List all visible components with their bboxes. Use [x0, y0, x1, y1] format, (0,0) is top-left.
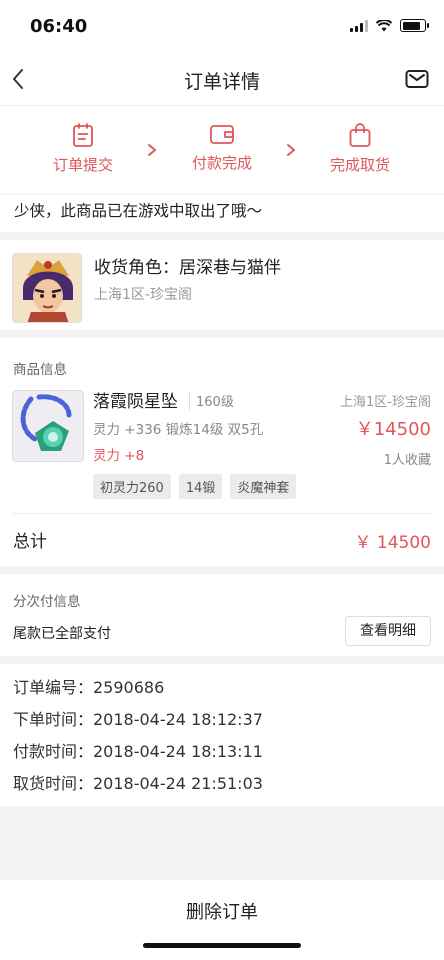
- goods-level: 160级: [189, 391, 234, 410]
- goods-image[interactable]: [12, 390, 84, 462]
- goods-server: 上海1区-珍宝阁: [340, 395, 431, 410]
- total-label: 总计: [13, 532, 47, 552]
- home-indicator: [143, 943, 301, 948]
- bottom-bar: 删除订单: [0, 880, 444, 960]
- order-progress: 订单提交 付款完成 完成取货: [0, 106, 444, 194]
- status-bar: 06:40: [0, 0, 444, 52]
- view-details-button[interactable]: 查看明细: [345, 616, 431, 646]
- goods-tag: 初灵力260: [93, 474, 171, 499]
- section-title: 商品信息: [13, 362, 67, 378]
- role-card: 收货角色：居深巷与猫伴 上海1区-珍宝阁: [0, 240, 444, 330]
- installment-card: 分次付信息 尾款已全部支付 查看明细: [0, 574, 444, 656]
- goods-tags: 初灵力260 14锻 炎魔神套: [93, 474, 297, 499]
- avatar-image: [13, 254, 81, 322]
- chevron-right-icon: [287, 144, 296, 156]
- shopping-bag-icon: [349, 123, 371, 147]
- goods-tag: 14锻: [178, 474, 223, 499]
- order-number: 订单编号：2590686: [13, 678, 165, 697]
- order-created-time: 下单时间：2018-04-24 18:12:37: [13, 710, 263, 729]
- favorite-count: 1人收藏: [383, 453, 431, 468]
- goods-name: 落霞陨星坠: [93, 392, 178, 412]
- step-label: 订单提交: [52, 156, 113, 174]
- order-info-card: 订单编号：2590686 下单时间：2018-04-24 18:12:37 付款…: [0, 664, 444, 806]
- step-label: 付款完成: [191, 154, 252, 172]
- pickup-time: 取货时间：2018-04-24 21:51:03: [13, 774, 263, 793]
- section-title: 分次付信息: [13, 594, 81, 610]
- goods-price: ￥14500: [355, 419, 431, 440]
- status-icons: [350, 19, 429, 32]
- receiver-server: 上海1区-珍宝阁: [94, 287, 192, 303]
- payment-time: 付款时间：2018-04-24 18:13:11: [13, 742, 263, 761]
- chevron-right-icon: [148, 144, 157, 156]
- step-picked-up: 完成取货: [305, 122, 415, 175]
- wallet-icon: [210, 125, 234, 144]
- avatar: [12, 253, 82, 323]
- step-payment-complete: 付款完成: [167, 122, 277, 173]
- page-title: 订单详情: [183, 71, 260, 93]
- step-label: 完成取货: [329, 156, 390, 174]
- delete-order-button[interactable]: 删除订单: [0, 898, 444, 924]
- total-value: ￥ 14500: [354, 533, 431, 553]
- pendant-image: [13, 391, 83, 461]
- installment-status: 尾款已全部支付: [13, 626, 111, 642]
- clipboard-icon: [73, 123, 93, 147]
- cellular-signal-icon: [350, 19, 368, 32]
- mail-icon[interactable]: [404, 66, 430, 92]
- goods-tag: 炎魔神套: [230, 474, 297, 499]
- wifi-icon: [376, 19, 392, 31]
- pickup-notice: 少侠，此商品已在游戏中取出了哦～: [0, 194, 444, 232]
- goods-attributes: 灵力 +336 锻炼14级 双5孔: [93, 422, 264, 438]
- step-order-submitted: 订单提交: [28, 122, 138, 175]
- status-time: 06:40: [30, 16, 88, 37]
- divider: [12, 513, 432, 514]
- nav-bar: 订单详情: [0, 52, 444, 106]
- battery-icon: [400, 19, 429, 32]
- receiver-role-name: 收货角色：居深巷与猫伴: [94, 258, 281, 278]
- goods-bonus: 灵力 +8: [93, 448, 145, 464]
- goods-card: 商品信息 落霞陨星坠 160级 上海1区-珍宝阁 灵力 +336 锻炼14级 双…: [0, 338, 444, 566]
